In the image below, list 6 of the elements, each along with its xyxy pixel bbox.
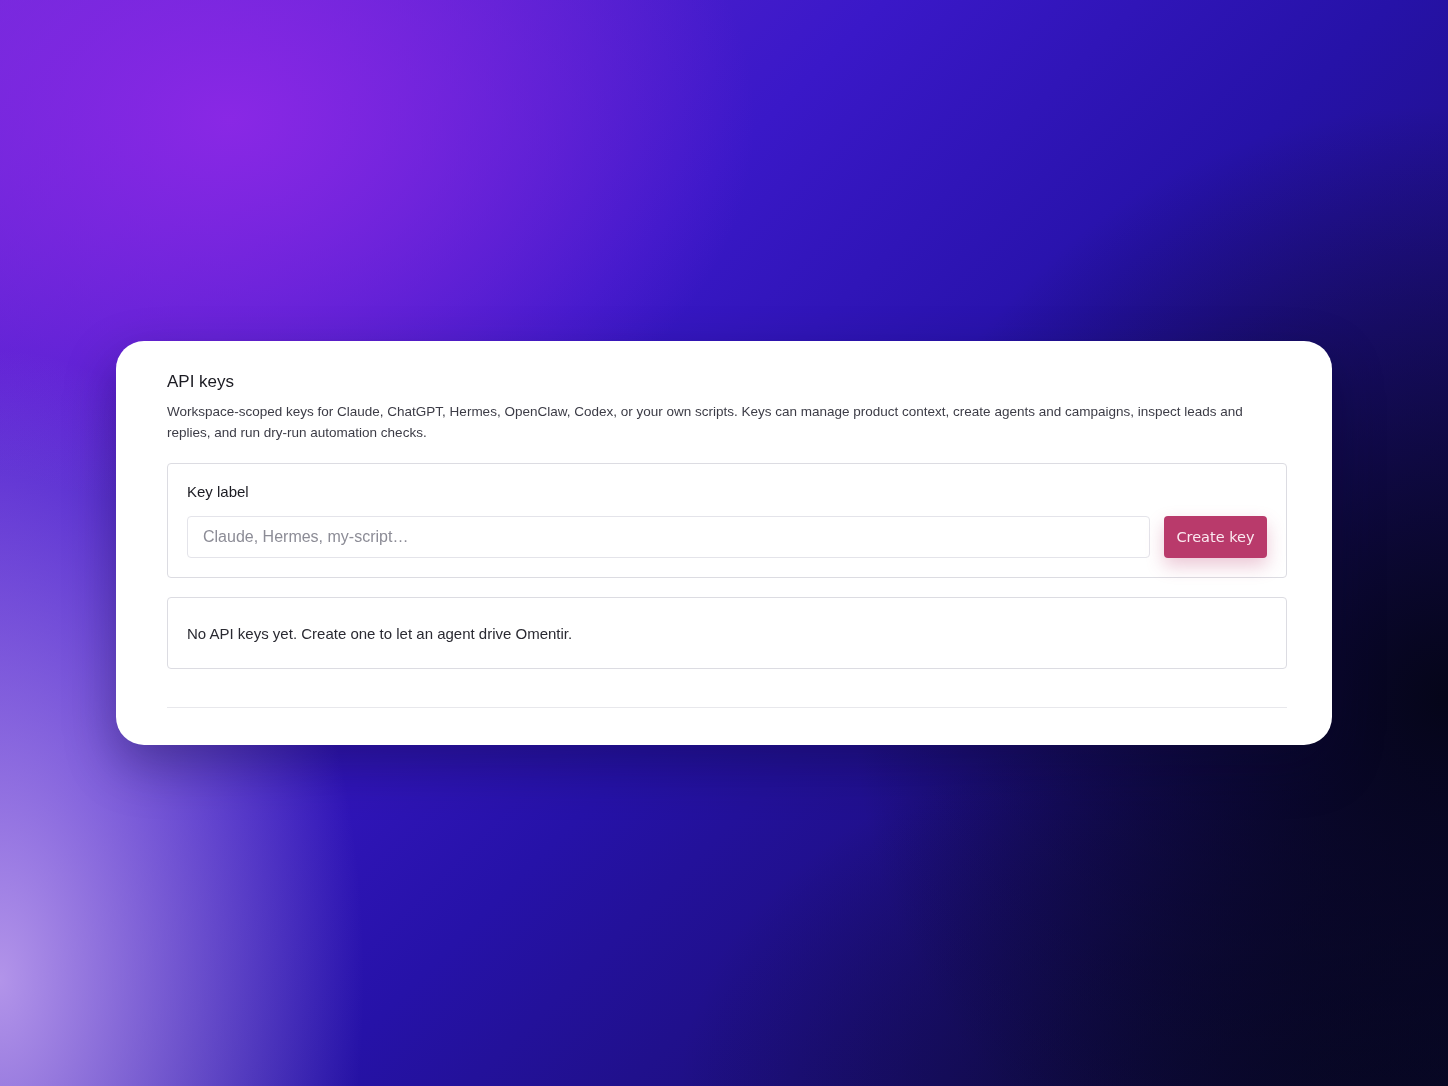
section-description: Workspace-scoped keys for Claude, ChatGPT, Hermes, OpenClaw, Codex, or your own scripts. Keys can manage product context, create agents and campaigns, inspect leads and replies, and run dry-run automation checks. [167, 403, 1244, 442]
create-key-button[interactable]: Create key [1164, 516, 1267, 558]
key-label-input[interactable]: Claude, Hermes, my-script… [187, 516, 1150, 558]
section-title: API keys [167, 371, 236, 393]
empty-state-message: No API keys yet. Create one to let an agent drive Omentir. [187, 624, 573, 642]
field-label: Key label [187, 482, 249, 502]
